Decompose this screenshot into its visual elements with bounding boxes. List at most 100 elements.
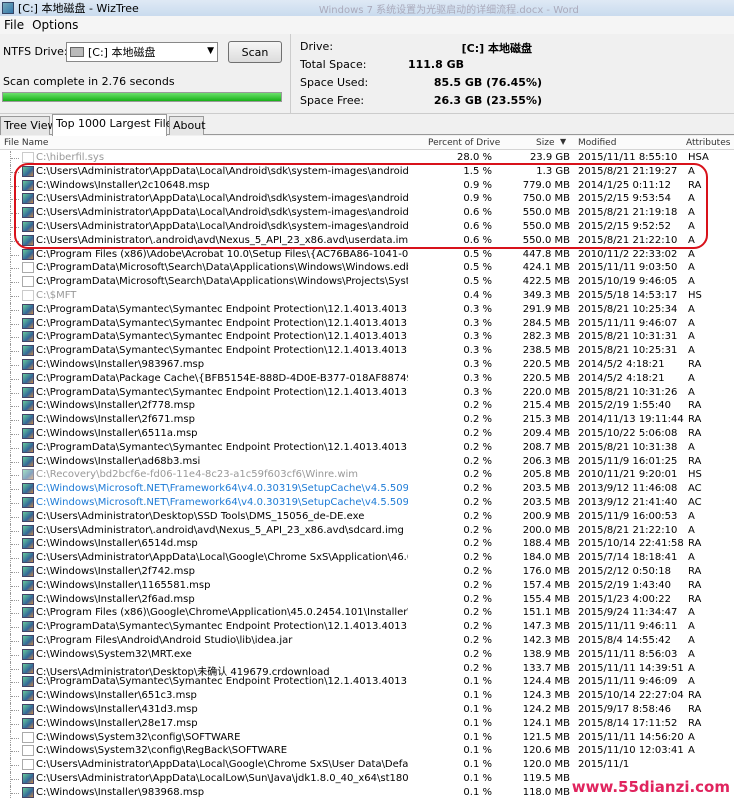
attributes: HS bbox=[688, 469, 702, 481]
table-row[interactable]: C:\ProgramData\Symantec\Symantec Endpoin… bbox=[0, 344, 734, 359]
table-row[interactable]: C:\ProgramData\Symantec\Symantec Endpoin… bbox=[0, 316, 734, 331]
file-size: 155.4 MB bbox=[522, 593, 570, 605]
table-row[interactable]: C:\Windows\System32\config\SOFTWARE 0.1 %… bbox=[0, 730, 734, 745]
menu-file[interactable]: File bbox=[0, 18, 28, 32]
tree-connector bbox=[10, 289, 20, 303]
file-size: 208.7 MB bbox=[522, 441, 570, 453]
table-row[interactable]: C:\Windows\System32\MRT.exe 0.2 % 138.9 MB… bbox=[0, 647, 734, 662]
table-row[interactable]: C:\Windows\Installer\2f778.msp 0.2 % 215.4… bbox=[0, 399, 734, 414]
tree-connector bbox=[10, 413, 20, 428]
file-size: 157.4 MB bbox=[522, 579, 570, 591]
table-row[interactable]: C:\Users\Administrator\AppData\Local\And… bbox=[0, 220, 734, 234]
attributes: RA bbox=[688, 538, 702, 550]
file-name: C:\Program Files (x86)\Adobe\Acrobat 10.… bbox=[36, 248, 408, 260]
attributes: A bbox=[688, 207, 695, 219]
attributes: RA bbox=[688, 579, 702, 591]
table-row[interactable]: C:\ProgramData\Symantec\Symantec Endpoin… bbox=[0, 330, 734, 345]
table-row[interactable]: C:\Windows\System32\config\RegBack\SOFTW… bbox=[0, 744, 734, 759]
table-row[interactable]: C:\ProgramData\Symantec\Symantec Endpoin… bbox=[0, 302, 734, 317]
table-row[interactable]: C:\Program Files\Android\Android Studio\… bbox=[0, 634, 734, 648]
attributes: A bbox=[688, 262, 695, 274]
modified-date: 2015/9/17 8:58:46 bbox=[578, 704, 672, 715]
scan-button[interactable]: Scan bbox=[228, 41, 282, 63]
file-size: 121.5 MB bbox=[522, 731, 570, 743]
percent-of-drive: 0.1 % bbox=[463, 773, 492, 784]
table-row[interactable]: C:\Users\Administrator\.android\avd\Nexu… bbox=[0, 233, 734, 248]
column-attributes[interactable]: Attributes bbox=[686, 138, 730, 148]
percent-of-drive: 0.2 % bbox=[463, 469, 492, 481]
table-row[interactable]: C:\ProgramData\Symantec\Symantec Endpoin… bbox=[0, 675, 734, 690]
file-name: C:\Users\Administrator\Desktop\SSD Tools… bbox=[36, 510, 365, 522]
table-row[interactable]: C:\Users\Administrator\Desktop\未确认 41967… bbox=[0, 661, 734, 678]
column-file-name[interactable]: File Name bbox=[4, 138, 48, 148]
table-row[interactable]: C:\Program Files (x86)\Adobe\Acrobat 10.… bbox=[0, 247, 734, 262]
table-row[interactable]: C:\Users\Administrator\AppData\Local\Goo… bbox=[0, 551, 734, 566]
table-row[interactable]: C:\ProgramData\Symantec\Symantec Endpoin… bbox=[0, 620, 734, 635]
tab-top-1000-largest-files[interactable]: Top 1000 Largest Files bbox=[52, 114, 178, 136]
table-row[interactable]: C:\Recovery\bd2bcf6e-fd06-11e4-8c23-a1c5… bbox=[0, 468, 734, 483]
column-size[interactable]: Size bbox=[536, 138, 554, 148]
file-size: 424.1 MB bbox=[522, 262, 570, 274]
table-row[interactable]: C:\Program Files (x86)\Google\Chrome\App… bbox=[0, 606, 734, 621]
file-icon bbox=[22, 593, 34, 605]
file-icon bbox=[22, 704, 34, 715]
tab-about[interactable]: About bbox=[169, 116, 206, 135]
percent-of-drive: 1.5 % bbox=[463, 165, 492, 177]
table-row[interactable]: C:\Windows\Installer\ad68b3.msi 0.2 % 206.… bbox=[0, 454, 734, 469]
table-row[interactable]: C:\ProgramData\Package Cache\{BFB5154E-8… bbox=[0, 371, 734, 386]
table-row[interactable]: C:\Windows\Installer\6511a.msp 0.2 % 209.4… bbox=[0, 427, 734, 441]
table-row[interactable]: C:\Windows\Installer\2c10648.msp 0.9 % 779… bbox=[0, 178, 734, 193]
file-size: 550.0 MB bbox=[522, 207, 570, 219]
table-row[interactable]: C:\Users\Administrator\AppData\Local\And… bbox=[0, 192, 734, 207]
file-list-header: File Name Percent of Drive Size ▼ Modifi… bbox=[0, 136, 734, 150]
table-row[interactable]: C:\Windows\Installer\6514d.msp 0.2 % 188.4… bbox=[0, 537, 734, 552]
file-size: 184.0 MB bbox=[522, 552, 570, 564]
column-percent-of-drive[interactable]: Percent of Drive bbox=[428, 138, 500, 148]
attributes: A bbox=[688, 552, 695, 564]
tree-connector bbox=[10, 772, 20, 786]
table-row[interactable]: C:\ProgramData\Microsoft\Search\Data\App… bbox=[0, 275, 734, 290]
space-used-label: Space Used: bbox=[300, 76, 369, 89]
tree-connector bbox=[10, 592, 20, 607]
table-row[interactable]: C:\hiberfil.sys 28.0 % 23.9 GB 2015/11/11 8… bbox=[0, 151, 734, 165]
tree-connector bbox=[10, 316, 20, 331]
table-row[interactable]: C:\ProgramData\Microsoft\Search\Data\App… bbox=[0, 261, 734, 276]
table-row[interactable]: C:\ProgramData\Symantec\Symantec Endpoin… bbox=[0, 440, 734, 455]
modified-date: 2015/7/14 18:18:41 bbox=[578, 552, 678, 564]
column-modified[interactable]: Modified bbox=[578, 138, 616, 148]
percent-of-drive: 0.3 % bbox=[463, 303, 492, 315]
table-row[interactable]: C:\Users\Administrator\.android\avd\Nexu… bbox=[0, 523, 734, 538]
table-row[interactable]: C:\Windows\Installer\2f671.msp 0.2 % 215.3… bbox=[0, 413, 734, 428]
table-row[interactable]: C:\Users\Administrator\Desktop\SSD Tools… bbox=[0, 509, 734, 524]
table-row[interactable]: C:\Users\Administrator\AppData\Local\And… bbox=[0, 206, 734, 221]
table-row[interactable]: C:\Windows\Installer\1165581.msp 0.2 % 157… bbox=[0, 578, 734, 593]
drive-select[interactable]: [C:] 本地磁盘 ▼ bbox=[66, 42, 218, 62]
table-row[interactable]: C:\Windows\Installer\2f742.msp 0.2 % 176.0… bbox=[0, 565, 734, 579]
attributes: HS bbox=[688, 290, 702, 301]
tree-connector bbox=[10, 178, 20, 193]
file-icon bbox=[22, 621, 34, 633]
table-row[interactable]: C:\Windows\Installer\651c3.msp 0.1 % 124.3… bbox=[0, 689, 734, 704]
tab-tree-view[interactable]: Tree View bbox=[0, 116, 57, 135]
table-row[interactable]: C:\Users\Administrator\AppData\Local\And… bbox=[0, 164, 734, 179]
table-row[interactable]: C:\Windows\Microsoft.NET\Framework64\v4.… bbox=[0, 496, 734, 510]
menu-options[interactable]: Options bbox=[28, 18, 82, 32]
attributes: A bbox=[688, 607, 695, 619]
file-name: C:\Users\Administrator\AppData\Local\Goo… bbox=[36, 759, 408, 771]
table-row[interactable]: C:\ProgramData\Symantec\Symantec Endpoin… bbox=[0, 385, 734, 400]
table-row[interactable]: C:\$MFT 0.4 % 349.3 MB 2015/5/18 14:53:17 HS bbox=[0, 289, 734, 303]
tree-connector bbox=[10, 730, 20, 745]
table-row[interactable]: C:\Windows\Installer\28e17.msp 0.1 % 124.1… bbox=[0, 716, 734, 731]
file-icon bbox=[22, 372, 34, 384]
file-icon bbox=[22, 331, 34, 343]
file-icon bbox=[22, 469, 34, 481]
table-row[interactable]: C:\Windows\Installer\983967.msp 0.3 % 220.… bbox=[0, 358, 734, 372]
table-row[interactable]: C:\Windows\Microsoft.NET\Framework64\v4.… bbox=[0, 482, 734, 497]
tree-connector bbox=[10, 578, 20, 593]
modified-date: 2015/2/19 1:55:40 bbox=[578, 400, 672, 412]
file-size: 142.3 MB bbox=[522, 635, 570, 646]
attributes: A bbox=[688, 676, 695, 688]
table-row[interactable]: C:\Users\Administrator\AppData\Local\Goo… bbox=[0, 758, 734, 773]
table-row[interactable]: C:\Windows\Installer\2f6ad.msp 0.2 % 155.4… bbox=[0, 592, 734, 607]
table-row[interactable]: C:\Windows\Installer\431d3.msp 0.1 % 124.2… bbox=[0, 703, 734, 717]
